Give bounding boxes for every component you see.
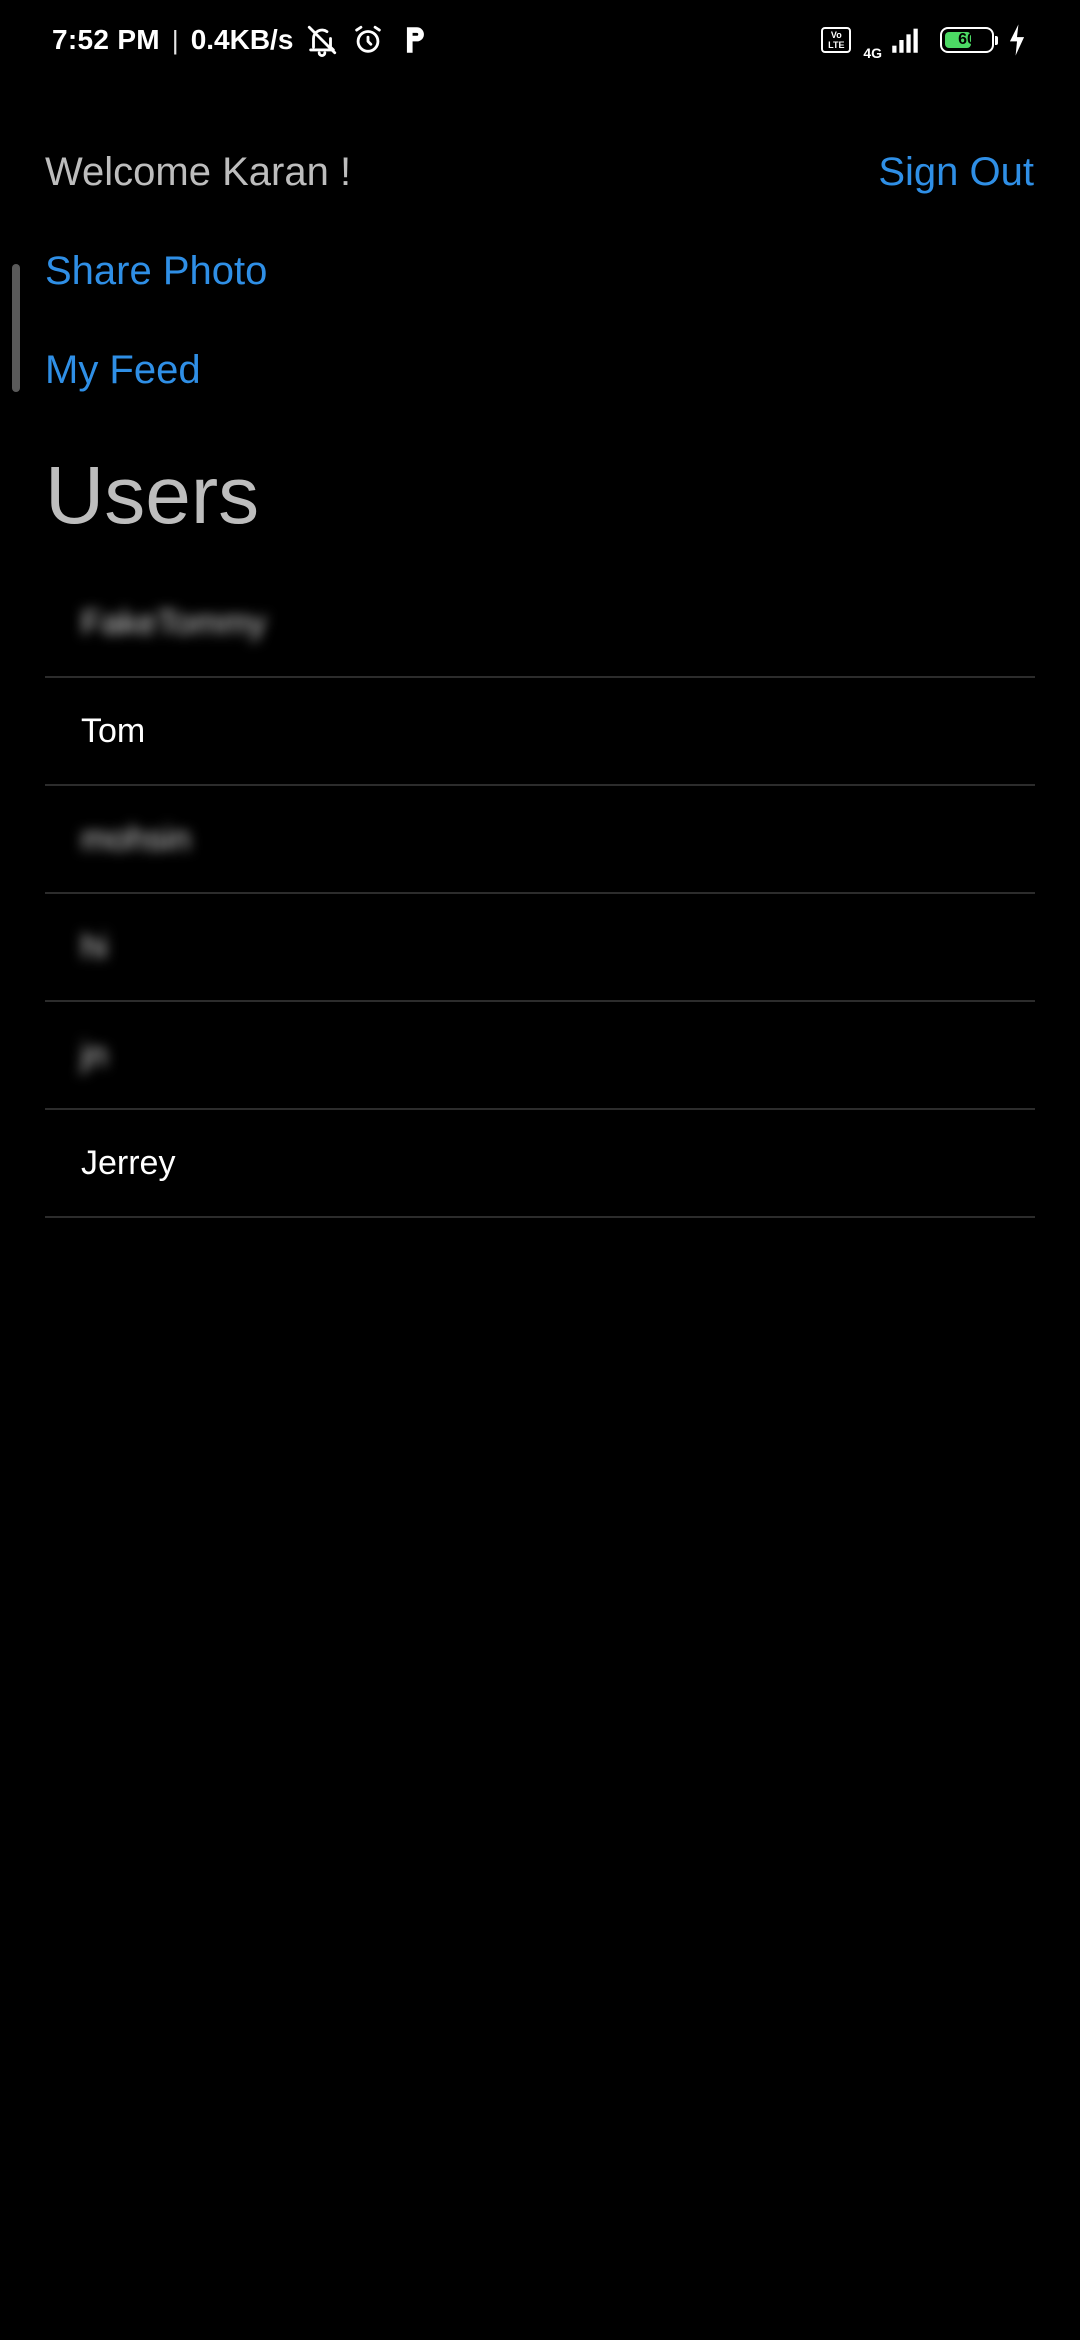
user-name: jn: [81, 1035, 108, 1074]
mute-icon: [305, 23, 339, 57]
users-title: Users: [45, 450, 260, 541]
status-separator: |: [171, 24, 179, 55]
list-item[interactable]: jn: [45, 1002, 1035, 1110]
user-name: FakeTommy: [81, 603, 267, 642]
user-name: mohsin: [81, 819, 191, 858]
charging-icon: [1006, 23, 1028, 57]
p-app-icon: [397, 23, 431, 57]
user-name: hi: [81, 927, 108, 966]
list-item[interactable]: hi: [45, 894, 1035, 1002]
list-item[interactable]: FakeTommy: [45, 570, 1035, 678]
status-right: Vo LTE 4G 60: [821, 20, 1028, 60]
user-list: FakeTommy Tom mohsin hi jn Jerrey: [45, 570, 1035, 1218]
list-item[interactable]: mohsin: [45, 786, 1035, 894]
battery-level: 60: [958, 31, 976, 48]
my-feed-link[interactable]: My Feed: [45, 348, 201, 393]
user-name: Jerrey: [81, 1143, 176, 1182]
welcome-text: Welcome Karan !: [45, 150, 352, 194]
list-item[interactable]: Jerrey: [45, 1110, 1035, 1218]
alarm-icon: [351, 23, 385, 57]
network-speed: 0.4KB/s: [190, 24, 294, 55]
status-time: 7:52 PM: [52, 24, 160, 55]
battery-nub: [995, 36, 998, 45]
volte-icon: Vo LTE: [821, 27, 852, 53]
volte-label: Vo LTE: [828, 30, 845, 50]
list-item[interactable]: Tom: [45, 678, 1035, 786]
sign-out-button[interactable]: Sign Out: [878, 150, 1034, 195]
share-photo-link[interactable]: Share Photo: [45, 249, 267, 294]
status-bar: 7:52 PM | 0.4KB/s Vo LTE 4G 60: [0, 0, 1080, 80]
signal-icon: [888, 23, 922, 57]
network-type: 4G: [863, 45, 882, 61]
battery-icon: 60: [940, 27, 998, 53]
scroll-indicator[interactable]: [12, 264, 20, 392]
status-left: 7:52 PM | 0.4KB/s: [52, 23, 431, 57]
user-name: Tom: [81, 711, 146, 750]
